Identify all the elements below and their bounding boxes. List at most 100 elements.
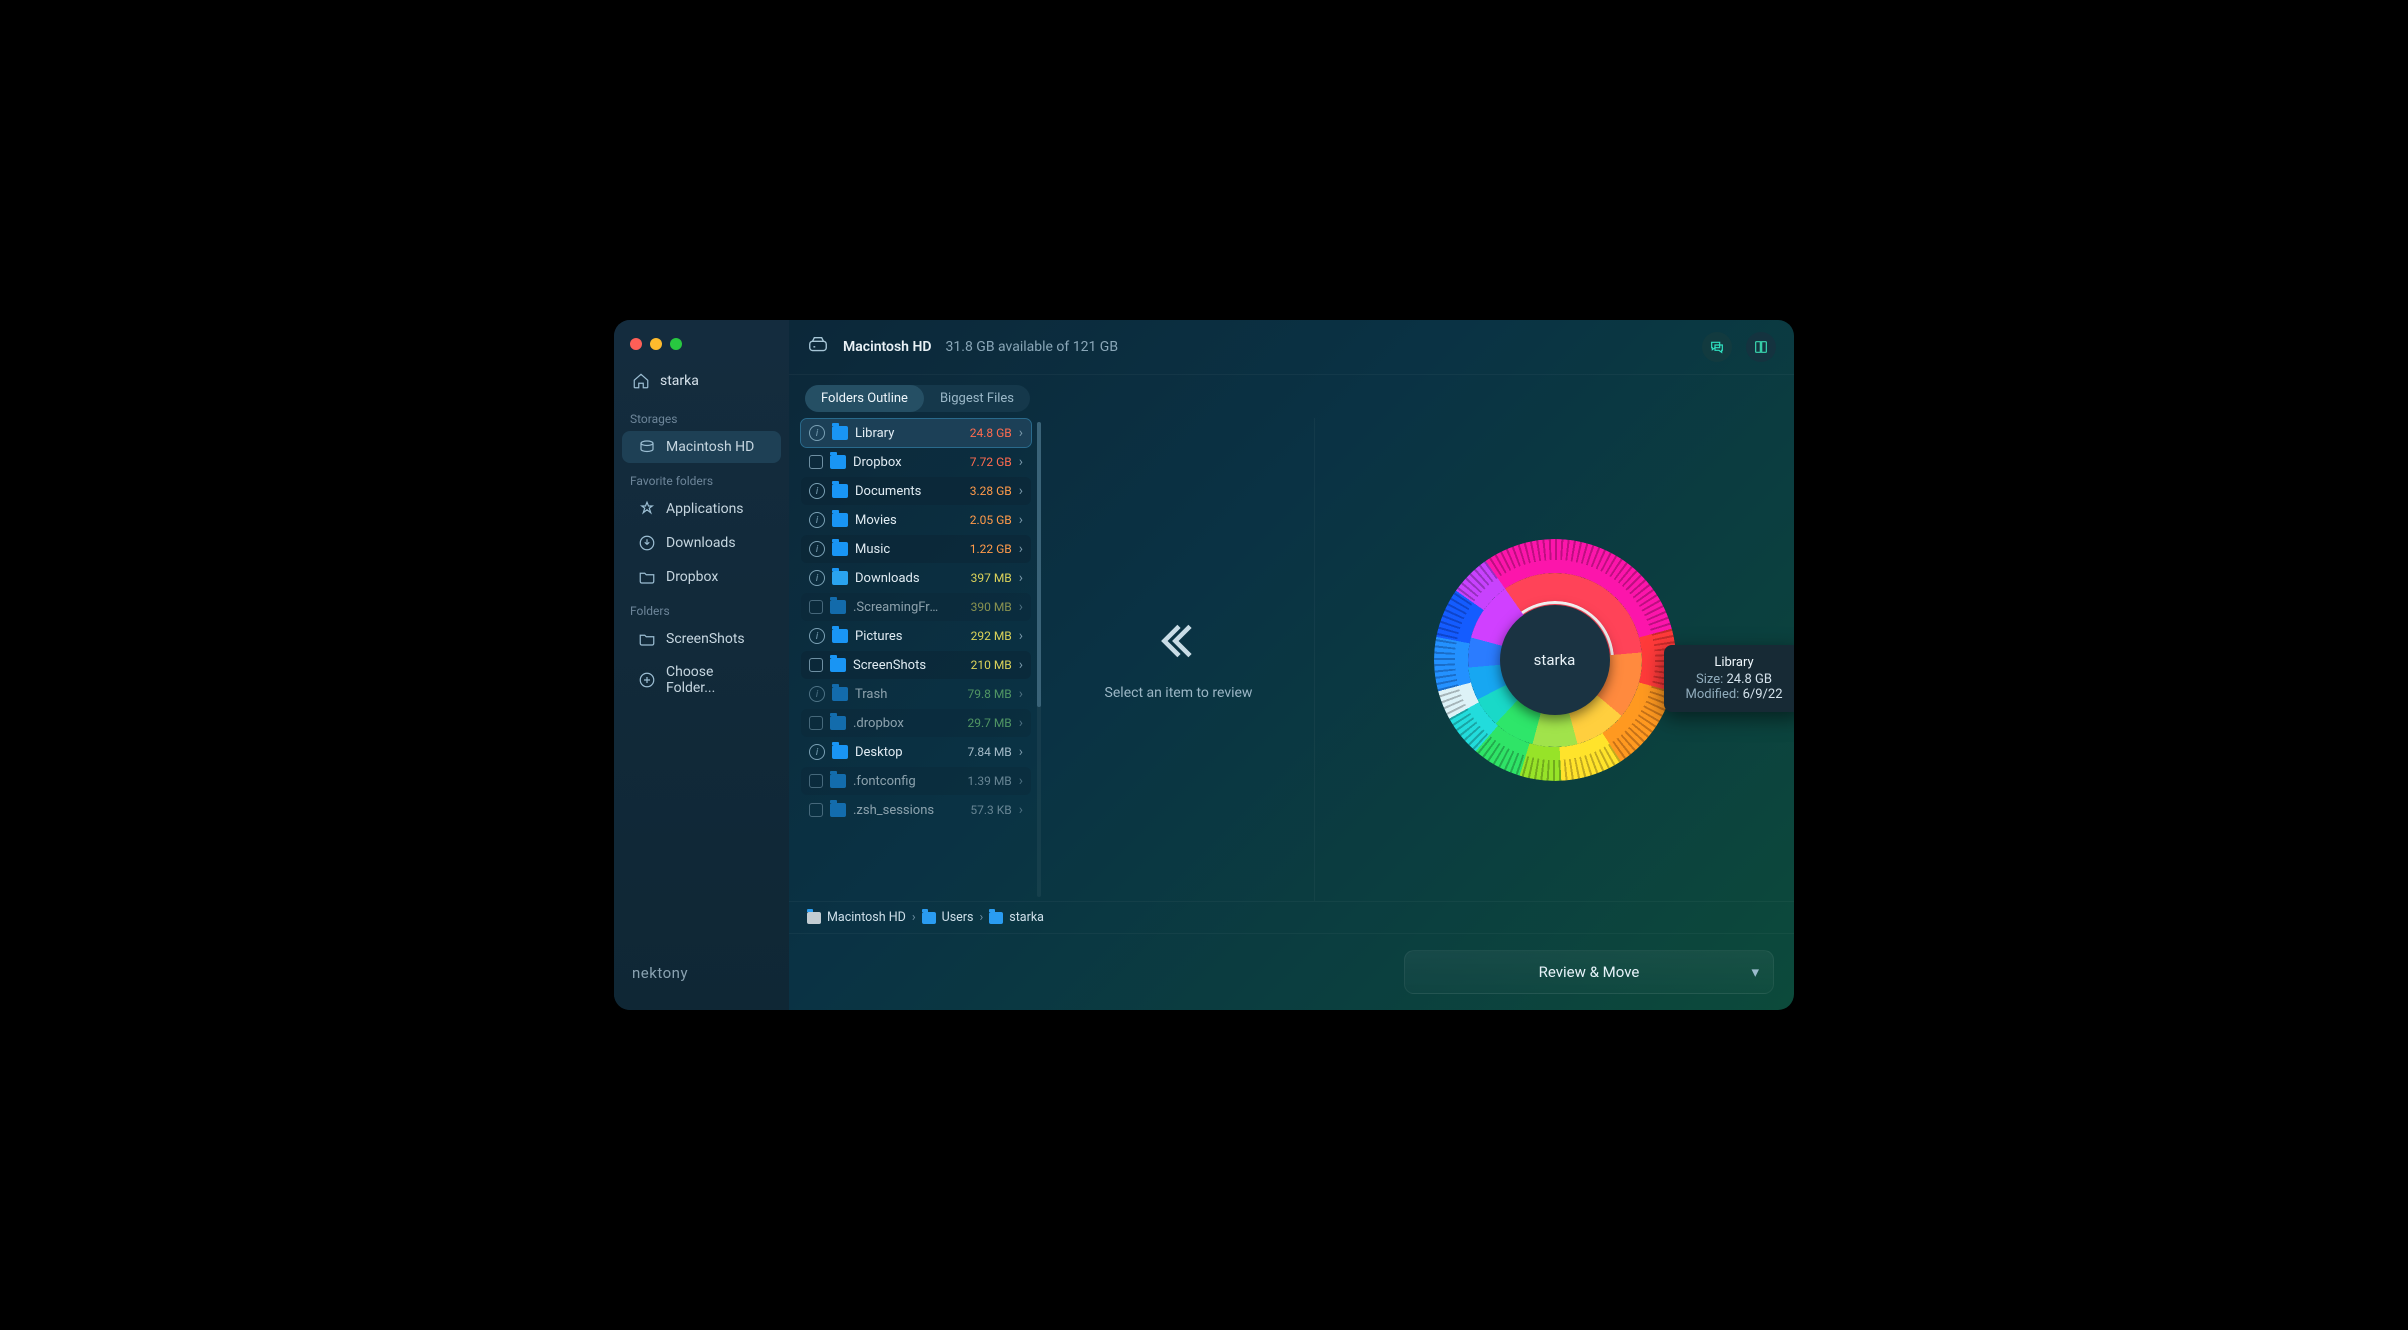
chevron-down-icon: ▾ xyxy=(1751,963,1759,981)
breadcrumb-item[interactable]: Users xyxy=(942,910,974,925)
breadcrumb-separator: › xyxy=(980,910,984,925)
chevron-right-icon[interactable]: › xyxy=(1019,454,1023,470)
select-checkbox[interactable] xyxy=(809,455,823,469)
preview-panel: Select an item to review xyxy=(1043,418,1315,901)
sidebar-section-storages: Storages xyxy=(614,402,789,430)
chevron-right-icon[interactable]: › xyxy=(1019,744,1023,760)
info-icon[interactable]: i xyxy=(809,512,825,528)
sidebar-home-label: starka xyxy=(660,373,699,389)
drive-icon xyxy=(638,438,656,456)
feedback-button[interactable] xyxy=(1702,332,1732,362)
folder-name: Library xyxy=(855,426,943,441)
folder-row[interactable]: iLibrary24.8 GB› xyxy=(801,419,1031,447)
folder-size: 2.05 GB xyxy=(950,513,1012,527)
applications-icon xyxy=(638,500,656,518)
breadcrumb-item[interactable]: starka xyxy=(1009,910,1044,925)
footer: Review & Move ▾ xyxy=(789,934,1794,1010)
sidebar-item-label: Applications xyxy=(666,501,744,517)
preview-hint: Select an item to review xyxy=(1105,685,1253,701)
folder-row[interactable]: i Desktop 7.84 MB › xyxy=(801,738,1031,766)
info-icon[interactable]: i xyxy=(809,744,825,760)
folder-row[interactable]: iPictures292 MB› xyxy=(801,622,1031,650)
folder-row[interactable]: iDownloads397 MB› xyxy=(801,564,1031,592)
folder-row[interactable]: ScreenShots210 MB› xyxy=(801,651,1031,679)
minimize-window-button[interactable] xyxy=(650,338,662,350)
folder-icon xyxy=(989,912,1003,924)
sunburst-center[interactable]: starka xyxy=(1500,605,1610,715)
chevron-right-icon[interactable]: › xyxy=(1019,483,1023,499)
chevron-right-icon[interactable]: › xyxy=(1019,773,1023,789)
main-panel: Macintosh HD 31.8 GB available of 121 GB… xyxy=(789,320,1794,1010)
info-icon[interactable]: i xyxy=(809,686,825,702)
folder-size: 7.84 MB xyxy=(950,745,1012,759)
chevron-right-icon[interactable]: › xyxy=(1019,425,1023,441)
chevron-right-icon[interactable]: › xyxy=(1019,570,1023,586)
folder-name: ScreenShots xyxy=(853,658,943,673)
sidebar-storage-macintosh-hd[interactable]: Macintosh HD xyxy=(622,431,781,463)
sidebar-fav-applications[interactable]: Applications xyxy=(622,493,781,525)
folder-size: 397 MB xyxy=(950,571,1012,585)
chevron-right-icon[interactable]: › xyxy=(1019,628,1023,644)
folder-row[interactable]: iDocuments3.28 GB› xyxy=(801,477,1031,505)
chevron-right-icon[interactable]: › xyxy=(1019,802,1023,818)
folder-row[interactable]: i Movies 2.05 GB › xyxy=(801,506,1031,534)
select-checkbox[interactable] xyxy=(809,803,823,817)
folder-row[interactable]: Dropbox7.72 GB› xyxy=(801,448,1031,476)
tab-folders-outline[interactable]: Folders Outline xyxy=(805,385,924,412)
info-icon[interactable]: i xyxy=(809,483,825,499)
sidebar-folder-screenshots[interactable]: ScreenShots xyxy=(622,623,781,655)
folder-icon xyxy=(638,630,656,648)
zoom-window-button[interactable] xyxy=(670,338,682,350)
sidebar-item-label: Choose Folder... xyxy=(666,664,765,696)
close-window-button[interactable] xyxy=(630,338,642,350)
guide-button[interactable] xyxy=(1746,332,1776,362)
sidebar-home[interactable]: starka xyxy=(614,366,789,402)
folder-icon xyxy=(832,484,848,498)
sidebar-item-label: ScreenShots xyxy=(666,631,745,647)
sidebar-item-label: Downloads xyxy=(666,535,736,551)
sidebar: starka Storages Macintosh HD Favorite fo… xyxy=(614,320,789,1010)
info-icon[interactable]: i xyxy=(809,570,825,586)
info-icon[interactable]: i xyxy=(809,425,825,441)
folder-size: 29.7 MB xyxy=(950,716,1012,730)
chevron-right-icon[interactable]: › xyxy=(1019,657,1023,673)
sidebar-fav-dropbox[interactable]: Dropbox xyxy=(622,561,781,593)
folder-name: .fontconfig xyxy=(853,774,943,789)
folder-list-scrollbar[interactable] xyxy=(1037,422,1041,897)
select-checkbox[interactable] xyxy=(809,716,823,730)
sidebar-section-favorites: Favorite folders xyxy=(614,464,789,492)
folder-row[interactable]: .zsh_sessions57.3 KB› xyxy=(801,796,1031,824)
folder-row[interactable]: .dropbox 29.7 MB › xyxy=(801,709,1031,737)
folder-name: Desktop xyxy=(855,745,943,760)
folder-row[interactable]: iTrash79.8 MB› xyxy=(801,680,1031,708)
folder-name: Movies xyxy=(855,513,943,528)
folder-icon xyxy=(832,687,848,701)
info-icon[interactable]: i xyxy=(809,628,825,644)
sidebar-section-folders: Folders xyxy=(614,594,789,622)
select-checkbox[interactable] xyxy=(809,774,823,788)
folder-name: .dropbox xyxy=(853,716,943,731)
chevron-right-icon[interactable]: › xyxy=(1019,686,1023,702)
chevron-right-icon[interactable]: › xyxy=(1019,541,1023,557)
folder-row[interactable]: .ScreamingFrog…390 MB› xyxy=(801,593,1031,621)
window-traffic-lights xyxy=(614,330,789,366)
select-checkbox[interactable] xyxy=(809,600,823,614)
select-checkbox[interactable] xyxy=(809,658,823,672)
breadcrumb: Macintosh HD›Users›starka xyxy=(789,901,1794,934)
content-area: iLibrary24.8 GB›Dropbox7.72 GB›iDocument… xyxy=(789,418,1794,901)
chevrons-left-icon xyxy=(1157,619,1201,667)
sidebar-item-label: Dropbox xyxy=(666,569,718,585)
sidebar-fav-downloads[interactable]: Downloads xyxy=(622,527,781,559)
tooltip-size-label: Size: xyxy=(1696,672,1723,687)
tab-biggest-files[interactable]: Biggest Files xyxy=(924,385,1030,412)
chevron-right-icon[interactable]: › xyxy=(1019,599,1023,615)
folder-icon xyxy=(922,912,936,924)
review-move-button[interactable]: Review & Move ▾ xyxy=(1404,950,1774,994)
chevron-right-icon[interactable]: › xyxy=(1019,715,1023,731)
sidebar-choose-folder[interactable]: Choose Folder... xyxy=(622,657,781,703)
chevron-right-icon[interactable]: › xyxy=(1019,512,1023,528)
breadcrumb-item[interactable]: Macintosh HD xyxy=(827,910,906,925)
folder-row[interactable]: iMusic1.22 GB› xyxy=(801,535,1031,563)
info-icon[interactable]: i xyxy=(809,541,825,557)
folder-row[interactable]: .fontconfig1.39 MB› xyxy=(801,767,1031,795)
